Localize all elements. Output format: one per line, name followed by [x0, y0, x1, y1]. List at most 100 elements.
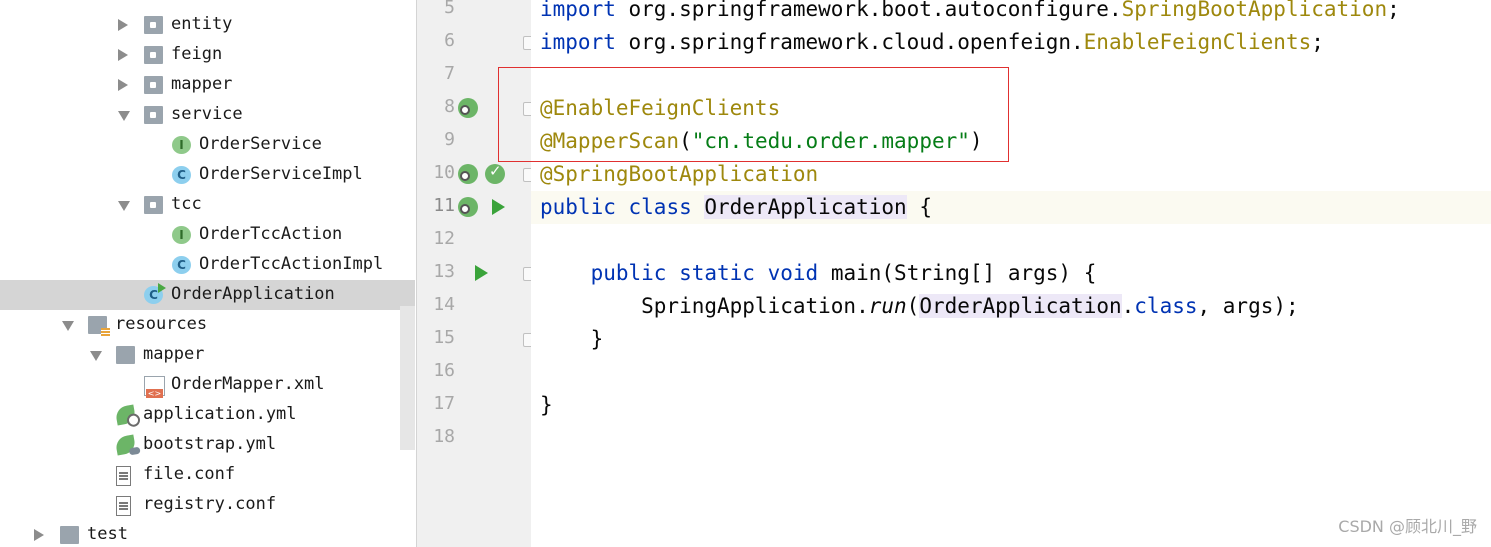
- tree-item[interactable]: tcc: [0, 190, 415, 220]
- tree-item[interactable]: C OrderServiceImpl: [0, 160, 415, 190]
- tree-item[interactable]: C OrderTccActionImpl: [0, 250, 415, 280]
- code-line[interactable]: [531, 224, 1491, 257]
- tree-item-label: OrderTccAction: [199, 224, 343, 244]
- chevron-right-icon[interactable]: [118, 79, 128, 91]
- gutter-line: 14: [417, 290, 531, 323]
- spring-bean-icon[interactable]: [458, 164, 478, 184]
- code-line[interactable]: [531, 422, 1491, 455]
- chevron-right-icon[interactable]: [118, 49, 128, 61]
- code-line[interactable]: }: [531, 323, 1491, 356]
- annotation-highlight-box: [498, 67, 1009, 162]
- tree-item[interactable]: application.yml: [0, 400, 415, 430]
- run-icon[interactable]: [492, 199, 505, 215]
- gutter-line: 13: [417, 257, 537, 290]
- code-line[interactable]: public static void main(String[] args) {: [531, 257, 1491, 290]
- code-line[interactable]: }: [531, 389, 1491, 422]
- tree-item[interactable]: resources: [0, 310, 415, 340]
- code-token: import: [540, 0, 616, 21]
- code-line[interactable]: SpringApplication.run(OrderApplication.c…: [531, 290, 1491, 323]
- code-line[interactable]: public class OrderApplication {: [531, 191, 1491, 224]
- tree-item-label: OrderApplication: [171, 284, 335, 304]
- tree-item[interactable]: mapper: [0, 340, 415, 370]
- chevron-down-icon[interactable]: [118, 201, 130, 211]
- tree-item-label: OrderService: [199, 134, 322, 154]
- line-number: 10: [433, 162, 455, 183]
- resources-folder-icon: [88, 316, 110, 336]
- tree-item[interactable]: bootstrap.yml: [0, 430, 415, 460]
- spring-bean-icon[interactable]: [458, 197, 478, 217]
- code-line[interactable]: import org.springframework.cloud.openfei…: [531, 26, 1491, 59]
- xml-file-icon: [144, 376, 165, 398]
- gutter-line: 10: [417, 158, 537, 191]
- text-file-icon: [116, 496, 131, 516]
- tree-item[interactable]: I OrderTccAction: [0, 220, 415, 250]
- code-token: org.springframework.cloud.openfeign.: [615, 30, 1084, 54]
- code-token: @SpringBootApplication: [540, 162, 819, 186]
- gutter-line: 6: [417, 26, 537, 59]
- code-line[interactable]: @SpringBootApplication: [531, 158, 1491, 191]
- tree-item-label: OrderTccActionImpl: [199, 254, 384, 274]
- tree-item[interactable]: test: [0, 520, 415, 547]
- code-token: EnableFeignClients: [1083, 30, 1312, 54]
- code-token: }: [540, 327, 604, 351]
- project-tree[interactable]: entity feign mapper service I OrderService C Or…: [0, 0, 415, 547]
- chevron-down-icon[interactable]: [62, 321, 74, 331]
- package-folder-icon: [144, 196, 163, 214]
- code-token: .: [1121, 294, 1135, 318]
- tree-item-label: bootstrap.yml: [143, 434, 277, 454]
- line-number: 16: [433, 360, 455, 381]
- interface-icon: I: [172, 226, 191, 244]
- tree-item[interactable]: OrderMapper.xml: [0, 370, 415, 400]
- spring-bean-check-icon[interactable]: [485, 162, 505, 184]
- spring-config-icon: [114, 404, 137, 426]
- tree-item[interactable]: file.conf: [0, 460, 415, 490]
- gutter-line: 5: [417, 0, 531, 26]
- run-icon[interactable]: [475, 265, 488, 281]
- tree-item-label: feign: [171, 44, 223, 64]
- chevron-right-icon[interactable]: [118, 19, 128, 31]
- line-number: 8: [444, 96, 455, 117]
- line-number: 18: [433, 426, 455, 447]
- tree-scrollbar[interactable]: [400, 306, 415, 450]
- code-line[interactable]: import org.springframework.boot.autoconf…: [531, 0, 1491, 26]
- chevron-down-icon[interactable]: [90, 351, 102, 361]
- code-line[interactable]: [531, 356, 1491, 389]
- chevron-down-icon[interactable]: [118, 111, 130, 121]
- tree-item-label: OrderMapper.xml: [171, 374, 325, 394]
- code-token: OrderApplication: [704, 195, 907, 219]
- code-token: }: [540, 393, 553, 417]
- code-token: import: [540, 30, 616, 54]
- tree-item-label: registry.conf: [143, 494, 277, 514]
- code-token: ;: [1311, 30, 1324, 54]
- class-icon: C: [172, 166, 191, 184]
- line-number: 7: [444, 63, 455, 84]
- line-number: 11: [433, 195, 455, 216]
- line-number: 13: [433, 261, 455, 282]
- gutter-line: 18: [417, 422, 531, 455]
- code-token: SpringBootApplication: [1121, 0, 1388, 21]
- code-token: run: [868, 294, 907, 318]
- code-token: {: [906, 195, 932, 219]
- spring-bean-icon[interactable]: [458, 98, 478, 118]
- gutter-line: 16: [417, 356, 531, 389]
- tree-item[interactable]: mapper: [0, 70, 415, 100]
- tree-item[interactable]: service: [0, 100, 415, 130]
- tree-item[interactable]: I OrderService: [0, 130, 415, 160]
- line-number: 15: [433, 327, 455, 348]
- tree-item[interactable]: registry.conf: [0, 490, 415, 520]
- tree-item-label: OrderServiceImpl: [199, 164, 363, 184]
- tree-item-label: service: [171, 104, 243, 124]
- tree-item[interactable]: feign: [0, 40, 415, 70]
- gutter-line: 15: [417, 323, 537, 356]
- watermark: CSDN @顾北川_野: [1338, 517, 1477, 536]
- code-token: , args);: [1197, 294, 1299, 318]
- tree-item[interactable]: entity: [0, 10, 415, 40]
- chevron-right-icon[interactable]: [34, 529, 44, 541]
- tree-item[interactable]: C OrderApplication: [0, 280, 415, 310]
- line-number: 6: [444, 30, 455, 51]
- interface-icon: I: [172, 136, 191, 154]
